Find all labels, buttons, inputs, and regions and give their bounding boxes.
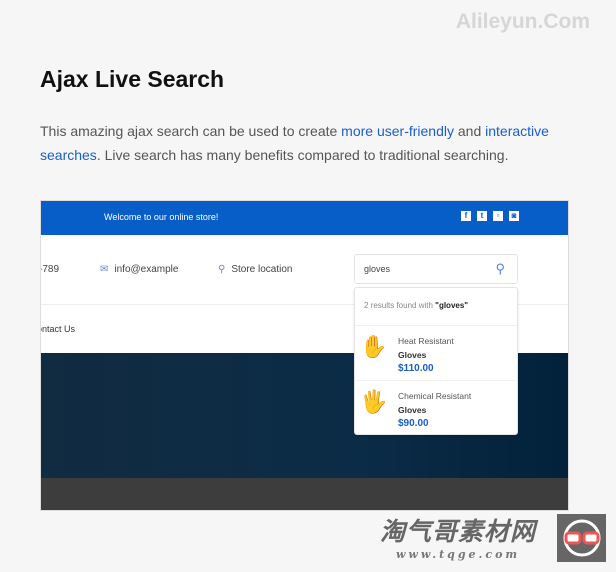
result-name: Chemical Resistant	[398, 391, 472, 401]
result-price: $110.00	[398, 363, 434, 374]
facebook-icon[interactable]: f	[461, 211, 471, 221]
result-item[interactable]: ✋ Heat Resistant Gloves $110.00	[355, 326, 517, 381]
footer-bar	[41, 478, 568, 510]
intro-text-3: . Live search has many benefits compared…	[96, 147, 509, 163]
phone-text: -789	[40, 264, 60, 275]
search-results-dropdown: 2 results found with "gloves" ✋ Heat Res…	[354, 287, 518, 435]
watermark-top: Alileyun.Com	[455, 10, 590, 33]
page-title: Ajax Live Search	[40, 66, 225, 92]
result-item[interactable]: 🖐 Chemical Resistant Gloves $90.00	[355, 381, 517, 436]
store-location[interactable]: ⚲ Store location	[218, 264, 292, 275]
intro-text-1: This amazing ajax search can be used to …	[40, 123, 342, 139]
social-links: f t ▫ ◙	[461, 211, 519, 221]
glasses-logo-icon	[557, 514, 606, 562]
search-icon[interactable]: ⚲	[495, 261, 505, 277]
nav-contact-us[interactable]: ontact Us	[41, 324, 75, 334]
search-value: gloves	[364, 264, 391, 274]
result-name: Heat Resistant	[398, 336, 454, 346]
youtube-icon[interactable]: ▫	[493, 211, 503, 221]
intro-text: This amazing ajax search can be used to …	[40, 119, 570, 167]
glove-icon: 🖐	[360, 389, 388, 414]
glove-icon: ✋	[360, 334, 388, 359]
top-bar: Welcome to our online store! f t ▫ ◙	[41, 201, 568, 235]
result-price: $90.00	[398, 418, 429, 429]
instagram-icon[interactable]: ◙	[509, 211, 519, 221]
email-text: info@example	[114, 264, 179, 275]
link-more-user-friendly[interactable]: more user-friendly	[341, 123, 454, 139]
count-text: 2 results found with	[364, 301, 436, 310]
watermark-bottom: 淘气哥素材网 www.tqge.com	[380, 512, 536, 561]
watermark-cn: 淘气哥素材网	[380, 518, 537, 546]
welcome-text: Welcome to our online store!	[104, 212, 219, 222]
watermark-url: www.tqge.com	[395, 548, 521, 561]
query-text: "gloves"	[435, 301, 469, 310]
intro-text-2: and	[454, 123, 486, 139]
result-name-2: Gloves	[398, 405, 427, 415]
location-text: Store location	[231, 264, 293, 275]
result-name-2: Gloves	[398, 350, 427, 360]
search-input[interactable]: gloves ⚲	[354, 254, 518, 284]
email[interactable]: ✉ info@example	[100, 264, 178, 275]
phone: -789	[40, 264, 60, 275]
twitter-icon[interactable]: t	[477, 211, 487, 221]
location-pin-icon: ⚲	[218, 264, 226, 275]
envelope-icon: ✉	[100, 264, 109, 275]
results-count: 2 results found with "gloves"	[355, 288, 517, 326]
